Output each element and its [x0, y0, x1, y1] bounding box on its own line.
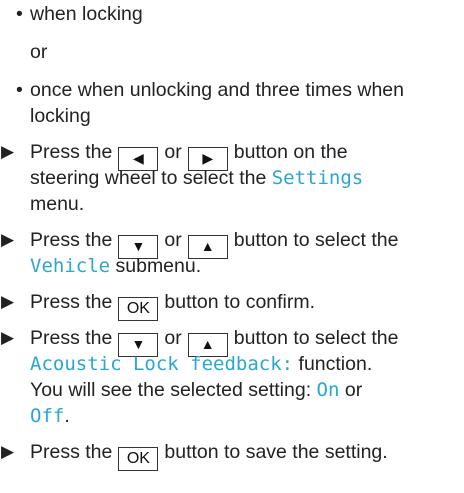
- bullet-dot: •: [16, 3, 23, 25]
- bullet-text: when locking: [30, 3, 143, 25]
- step-text: button to select the: [233, 327, 399, 349]
- step-text: You will see the selected setting:: [30, 379, 312, 401]
- vehicle-submenu-label: Vehicle: [30, 255, 111, 277]
- bullet-text-cont: locking: [30, 105, 91, 127]
- step-text: button to confirm.: [164, 291, 316, 313]
- acoustic-lock-function-label: Acoustic Lock feedback:: [30, 353, 294, 375]
- step-text: button to select the: [233, 229, 399, 251]
- step-text: Press the: [30, 441, 113, 463]
- step-text: steering wheel to select the: [30, 167, 267, 189]
- on-value-label: On: [316, 379, 340, 401]
- step-text: function.: [298, 353, 373, 375]
- bullet-text: once when unlocking and three times when: [30, 79, 404, 101]
- bullet-dot: •: [16, 79, 23, 101]
- step-marker-icon: ▶: [1, 328, 15, 347]
- step-text: Press the: [30, 291, 113, 313]
- step-4-setting-cont: Off.: [30, 404, 70, 428]
- step-text: Press the: [30, 229, 113, 251]
- step-1-cont: steering wheel to select the Settings: [30, 166, 363, 190]
- manual-page: { "bullets": { "when_locking": "when loc…: [0, 0, 464, 493]
- step-text: Press the: [30, 141, 113, 163]
- step-text: or: [164, 229, 182, 251]
- step-marker-icon: ▶: [1, 292, 15, 311]
- step-text: menu.: [30, 193, 85, 215]
- off-value-label: Off: [30, 405, 65, 427]
- step-text: button to save the setting.: [164, 441, 388, 463]
- step-marker-icon: ▶: [1, 442, 15, 461]
- step-4-cont: Acoustic Lock feedback: function.: [30, 352, 372, 376]
- or-text: or: [30, 41, 48, 63]
- step-text: or: [164, 141, 182, 163]
- ok-key-icon: OK: [118, 297, 159, 321]
- step-text: or: [344, 379, 363, 401]
- step-marker-icon: ▶: [1, 230, 15, 249]
- step-text: .: [64, 405, 70, 427]
- ok-key-icon: OK: [118, 447, 159, 471]
- step-text: or: [164, 327, 182, 349]
- settings-menu-label: Settings: [271, 167, 364, 189]
- step-text: button on the: [233, 141, 348, 163]
- step-4-setting: You will see the selected setting: On or: [30, 378, 362, 402]
- step-2-cont: Vehicle submenu.: [30, 254, 201, 278]
- step-text: submenu.: [115, 255, 202, 277]
- step-marker-icon: ▶: [1, 142, 15, 161]
- step-text: Press the: [30, 327, 113, 349]
